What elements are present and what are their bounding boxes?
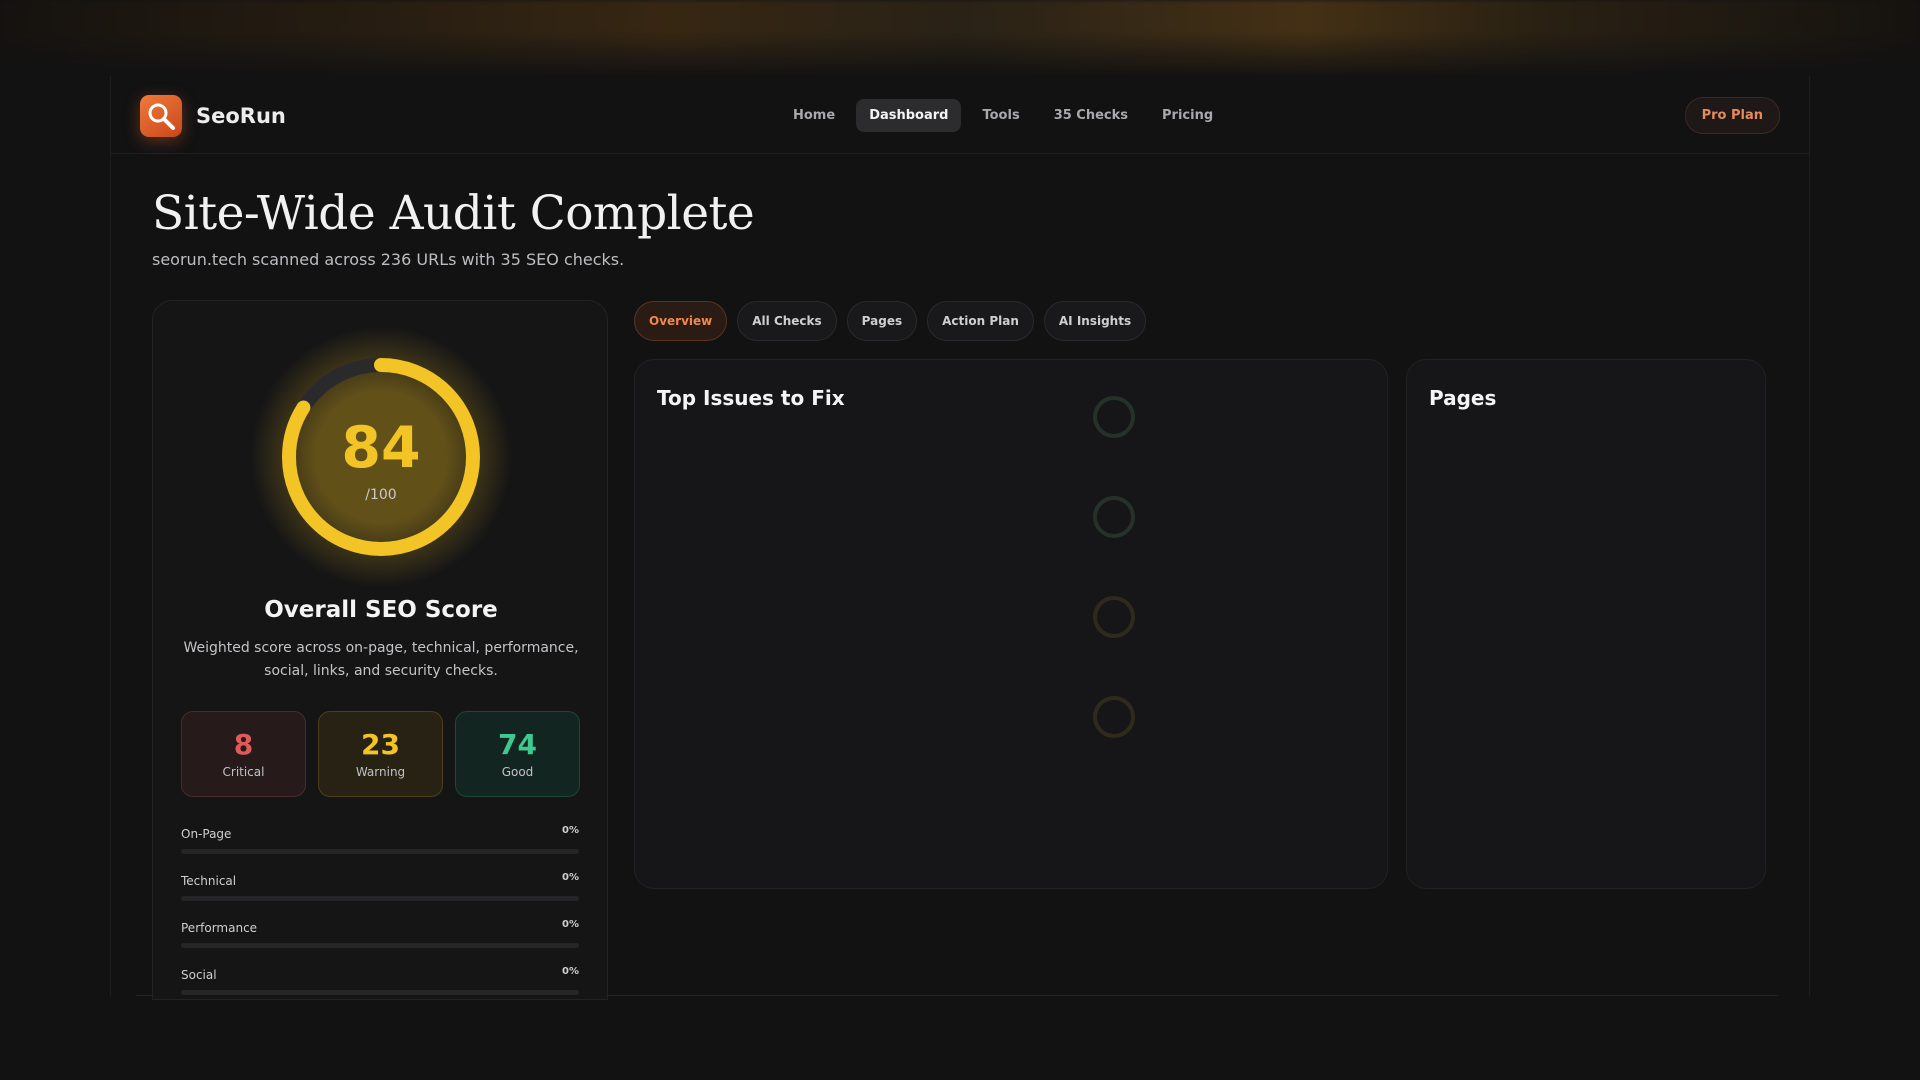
pages-title: Pages	[1429, 386, 1497, 410]
ghost-item	[1093, 396, 1373, 442]
category-name: On-Page	[181, 827, 232, 841]
category-percent: 0%	[562, 966, 579, 977]
brand-name[interactable]: SeoRun	[196, 104, 286, 128]
critical-count-card[interactable]: 8 Critical	[181, 711, 306, 797]
ghost-ring-icon	[1093, 596, 1135, 638]
category-bar	[181, 990, 579, 995]
nav-tools[interactable]: Tools	[969, 99, 1032, 132]
ghost-item	[1093, 696, 1373, 742]
ghost-ring-icon	[1093, 696, 1135, 738]
tab-overview[interactable]: Overview	[634, 301, 728, 341]
main-nav: Home Dashboard Tools 35 Checks Pricing	[780, 99, 1226, 132]
nav-home[interactable]: Home	[780, 99, 848, 132]
nav-dashboard[interactable]: Dashboard	[856, 99, 962, 132]
issue-counts: 8 Critical 23 Warning 74 Good	[181, 711, 580, 797]
score-panel: 84 /100 Overall SEO Score Weighted score…	[152, 300, 608, 1000]
score-max: /100	[365, 487, 397, 503]
score-value: 84	[341, 415, 421, 481]
top-issues-panel: Top Issues to Fix	[634, 359, 1388, 889]
critical-label: Critical	[222, 765, 265, 779]
category-row: Technical 0%	[181, 872, 579, 919]
page-subtitle: seorun.tech scanned across 236 URLs with…	[152, 250, 625, 269]
category-bar	[181, 849, 579, 854]
warning-count: 23	[361, 728, 400, 761]
nav-pricing[interactable]: Pricing	[1149, 99, 1226, 132]
tab-all-checks[interactable]: All Checks	[737, 301, 837, 341]
top-issues-title: Top Issues to Fix	[657, 386, 845, 410]
top-nav: SeoRun Home Dashboard Tools 35 Checks Pr…	[110, 76, 1810, 154]
critical-count: 8	[233, 728, 254, 761]
ghost-item	[1093, 596, 1373, 642]
good-count: 74	[498, 728, 537, 761]
logo-icon[interactable]	[140, 95, 182, 137]
warning-count-card[interactable]: 23 Warning	[318, 711, 443, 797]
category-percent: 0%	[562, 825, 579, 836]
category-name: Performance	[181, 921, 258, 935]
pages-panel: Pages	[1406, 359, 1766, 889]
tab-ai-insights[interactable]: AI Insights	[1043, 301, 1147, 341]
pro-plan-button[interactable]: Pro Plan	[1684, 97, 1780, 134]
category-row: On-Page 0%	[181, 825, 579, 872]
tab-action-plan[interactable]: Action Plan	[927, 301, 1034, 341]
tab-pages[interactable]: Pages	[846, 301, 918, 341]
score-description: Weighted score across on-page, technical…	[183, 640, 579, 679]
category-name: Social	[181, 968, 217, 982]
page-title: Site-Wide Audit Complete	[152, 186, 755, 241]
good-count-card[interactable]: 74 Good	[455, 711, 580, 797]
score-title: Overall SEO Score	[264, 597, 498, 623]
ghost-ring-icon	[1093, 496, 1135, 538]
warning-label: Warning	[355, 765, 406, 779]
ghost-item	[1093, 496, 1373, 542]
category-percent: 0%	[562, 872, 579, 883]
good-label: Good	[501, 765, 534, 779]
category-bar	[181, 896, 579, 901]
ghost-ring-icon	[1093, 396, 1135, 438]
audit-tabs: Overview All Checks Pages Action Plan AI…	[634, 301, 1147, 341]
category-bar	[181, 943, 579, 948]
category-row: Performance 0%	[181, 919, 579, 966]
category-row: Social 0%	[181, 966, 579, 999]
category-name: Technical	[181, 874, 237, 888]
category-percent: 0%	[562, 919, 579, 930]
category-scores: On-Page 0% Technical 0% Performance 0% S…	[181, 825, 579, 999]
score-ring: 84 /100	[249, 325, 513, 589]
nav-checks[interactable]: 35 Checks	[1041, 99, 1141, 132]
background-image	[0, 0, 1920, 78]
